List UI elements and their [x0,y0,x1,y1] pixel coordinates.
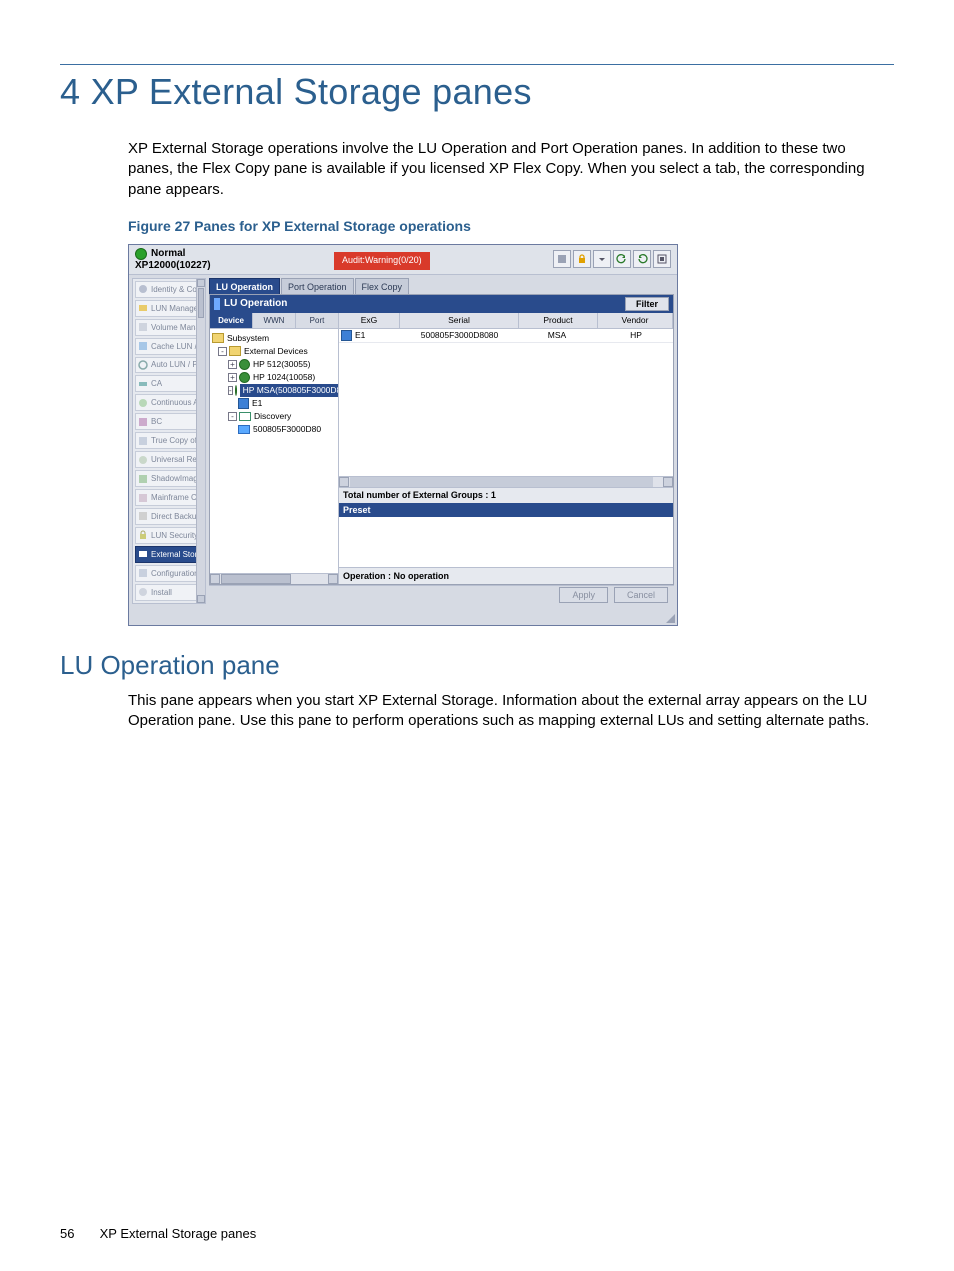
nav-item-configuration[interactable]: Configuration… [135,565,203,582]
action-footer: Apply Cancel [209,585,674,604]
scroll-up-icon[interactable] [197,279,205,287]
tree-selected-node[interactable]: HP MSA(500805F3000D8 [240,384,338,397]
device-tree[interactable]: Subsystem -External Devices +HP 512(3005… [210,329,338,573]
group-icon [238,398,249,409]
content-column: LU Operation Port Operation Flex Copy LU… [209,278,674,604]
tree-hscrollbar[interactable] [210,573,338,584]
col-vendor[interactable]: Vendor [598,313,673,328]
device-icon [239,372,250,383]
header-stripe-icon [214,298,220,310]
tab-flex-copy[interactable]: Flex Copy [355,278,410,294]
expand-icon[interactable]: + [228,360,237,369]
nav-item-direct-backup[interactable]: Direct Backup… [135,508,203,525]
nav-item-ca[interactable]: CA [135,375,203,392]
tree-column: Device WWN Port Subsystem -External Devi… [210,313,339,584]
collapse-icon[interactable]: - [228,412,237,421]
footer-label: XP External Storage panes [100,1226,257,1241]
nav-item-volume-manager[interactable]: Volume Mana… [135,319,203,336]
nav-scrollbar[interactable] [196,279,205,603]
col-product[interactable]: Product [519,313,598,328]
status-indicator-icon [135,248,147,260]
window-header: Normal XP12000(10227) Audit:Warning(0/20… [129,245,677,275]
status-label: Normal [151,249,185,260]
toolbar-options-icon[interactable] [653,250,671,268]
table-header: ExG Serial Product Vendor [339,313,673,329]
scroll-thumb[interactable] [198,288,204,318]
preset-body [339,517,673,567]
chapter-title: 4 XP External Storage panes [60,71,894,113]
nav-item-continuous[interactable]: Continuous A… [135,394,203,411]
folder-icon [229,346,241,356]
table-row[interactable]: E1 500805F3000D8080 MSA HP [339,329,673,343]
discovery-icon [239,412,251,421]
scroll-right-icon[interactable] [663,477,673,487]
section-body: This pane appears when you start XP Exte… [128,691,894,732]
nav-item-shadowimage[interactable]: ShadowImag… [135,470,203,487]
port-icon [238,425,250,434]
col-serial[interactable]: Serial [400,313,519,328]
device-label: XP12000(10227) [135,261,211,272]
scroll-down-icon[interactable] [197,595,205,603]
intro-paragraph: XP External Storage operations involve t… [128,139,894,200]
nav-item-lun-manager[interactable]: LUN Manager [135,300,203,317]
group-icon [341,330,352,341]
scroll-thumb[interactable] [221,574,291,584]
toolbar-dropdown-icon[interactable] [593,250,611,268]
nav-item-truecopy[interactable]: True Copy of D… [135,432,203,449]
tree-tab-device[interactable]: Device [210,313,253,328]
folder-icon [212,333,224,343]
tree-tab-port[interactable]: Port [296,313,338,328]
apply-button[interactable]: Apply [559,587,608,603]
collapse-icon[interactable]: - [228,386,233,395]
nav-item-identity[interactable]: Identity & Conf… [135,281,203,298]
resize-grip-icon[interactable] [666,614,675,623]
nav-item-bc[interactable]: BC [135,413,203,430]
nav-item-lun-security[interactable]: LUN Security… [135,527,203,544]
tree-tab-wwn[interactable]: WWN [253,313,296,328]
section-title: LU Operation pane [60,650,894,681]
toolbar-button-1[interactable] [553,250,571,268]
audit-badge: Audit:Warning(0/20) [334,252,430,270]
operation-status: Operation : No operation [339,567,673,584]
top-rule [60,64,894,65]
tab-lu-operation[interactable]: LU Operation [209,278,280,294]
tab-port-operation[interactable]: Port Operation [281,278,354,294]
scroll-right-icon[interactable] [328,574,338,584]
toolbar-refresh-next-icon[interactable] [633,250,651,268]
collapse-icon[interactable]: - [218,347,227,356]
table-empty-area [339,343,673,476]
toolbar-refresh-prev-icon[interactable] [613,250,631,268]
nav-item-cache-lun[interactable]: Cache LUN /… [135,338,203,355]
nav-item-mainframe[interactable]: Mainframe Co… [135,489,203,506]
expand-icon[interactable]: + [228,373,237,382]
toolbar-lock-icon[interactable] [573,250,591,268]
page-number: 56 [60,1226,96,1241]
panel-header: LU Operation Filter [210,295,673,313]
left-nav: Identity & Conf… LUN Manager Volume Mana… [132,278,206,604]
page-footer: 56 XP External Storage panes [60,1226,256,1241]
device-icon [239,359,250,370]
device-icon [235,385,237,396]
detail-column: ExG Serial Product Vendor E1 500805F3000… [339,313,673,584]
filter-button[interactable]: Filter [625,297,669,311]
nav-item-install[interactable]: Install [135,584,203,601]
preset-header: Preset [339,503,673,517]
total-groups-label: Total number of External Groups : 1 [339,487,673,503]
nav-item-universal-rep[interactable]: Universal Rep… [135,451,203,468]
cancel-button[interactable]: Cancel [614,587,668,603]
scroll-left-icon[interactable] [210,574,220,584]
scroll-thumb[interactable] [350,477,653,487]
nav-item-auto-lun[interactable]: Auto LUN / Pe… [135,357,203,374]
figure-caption: Figure 27 Panes for XP External Storage … [128,218,894,234]
screenshot-panel: Normal XP12000(10227) Audit:Warning(0/20… [128,244,678,626]
panel-title: LU Operation [224,298,287,309]
scroll-left-icon[interactable] [339,477,349,487]
col-exg[interactable]: ExG [339,313,400,328]
pane-tabs: LU Operation Port Operation Flex Copy [209,278,674,294]
table-hscrollbar[interactable] [339,476,673,487]
nav-item-external-storage[interactable]: External Stora… [135,546,203,563]
